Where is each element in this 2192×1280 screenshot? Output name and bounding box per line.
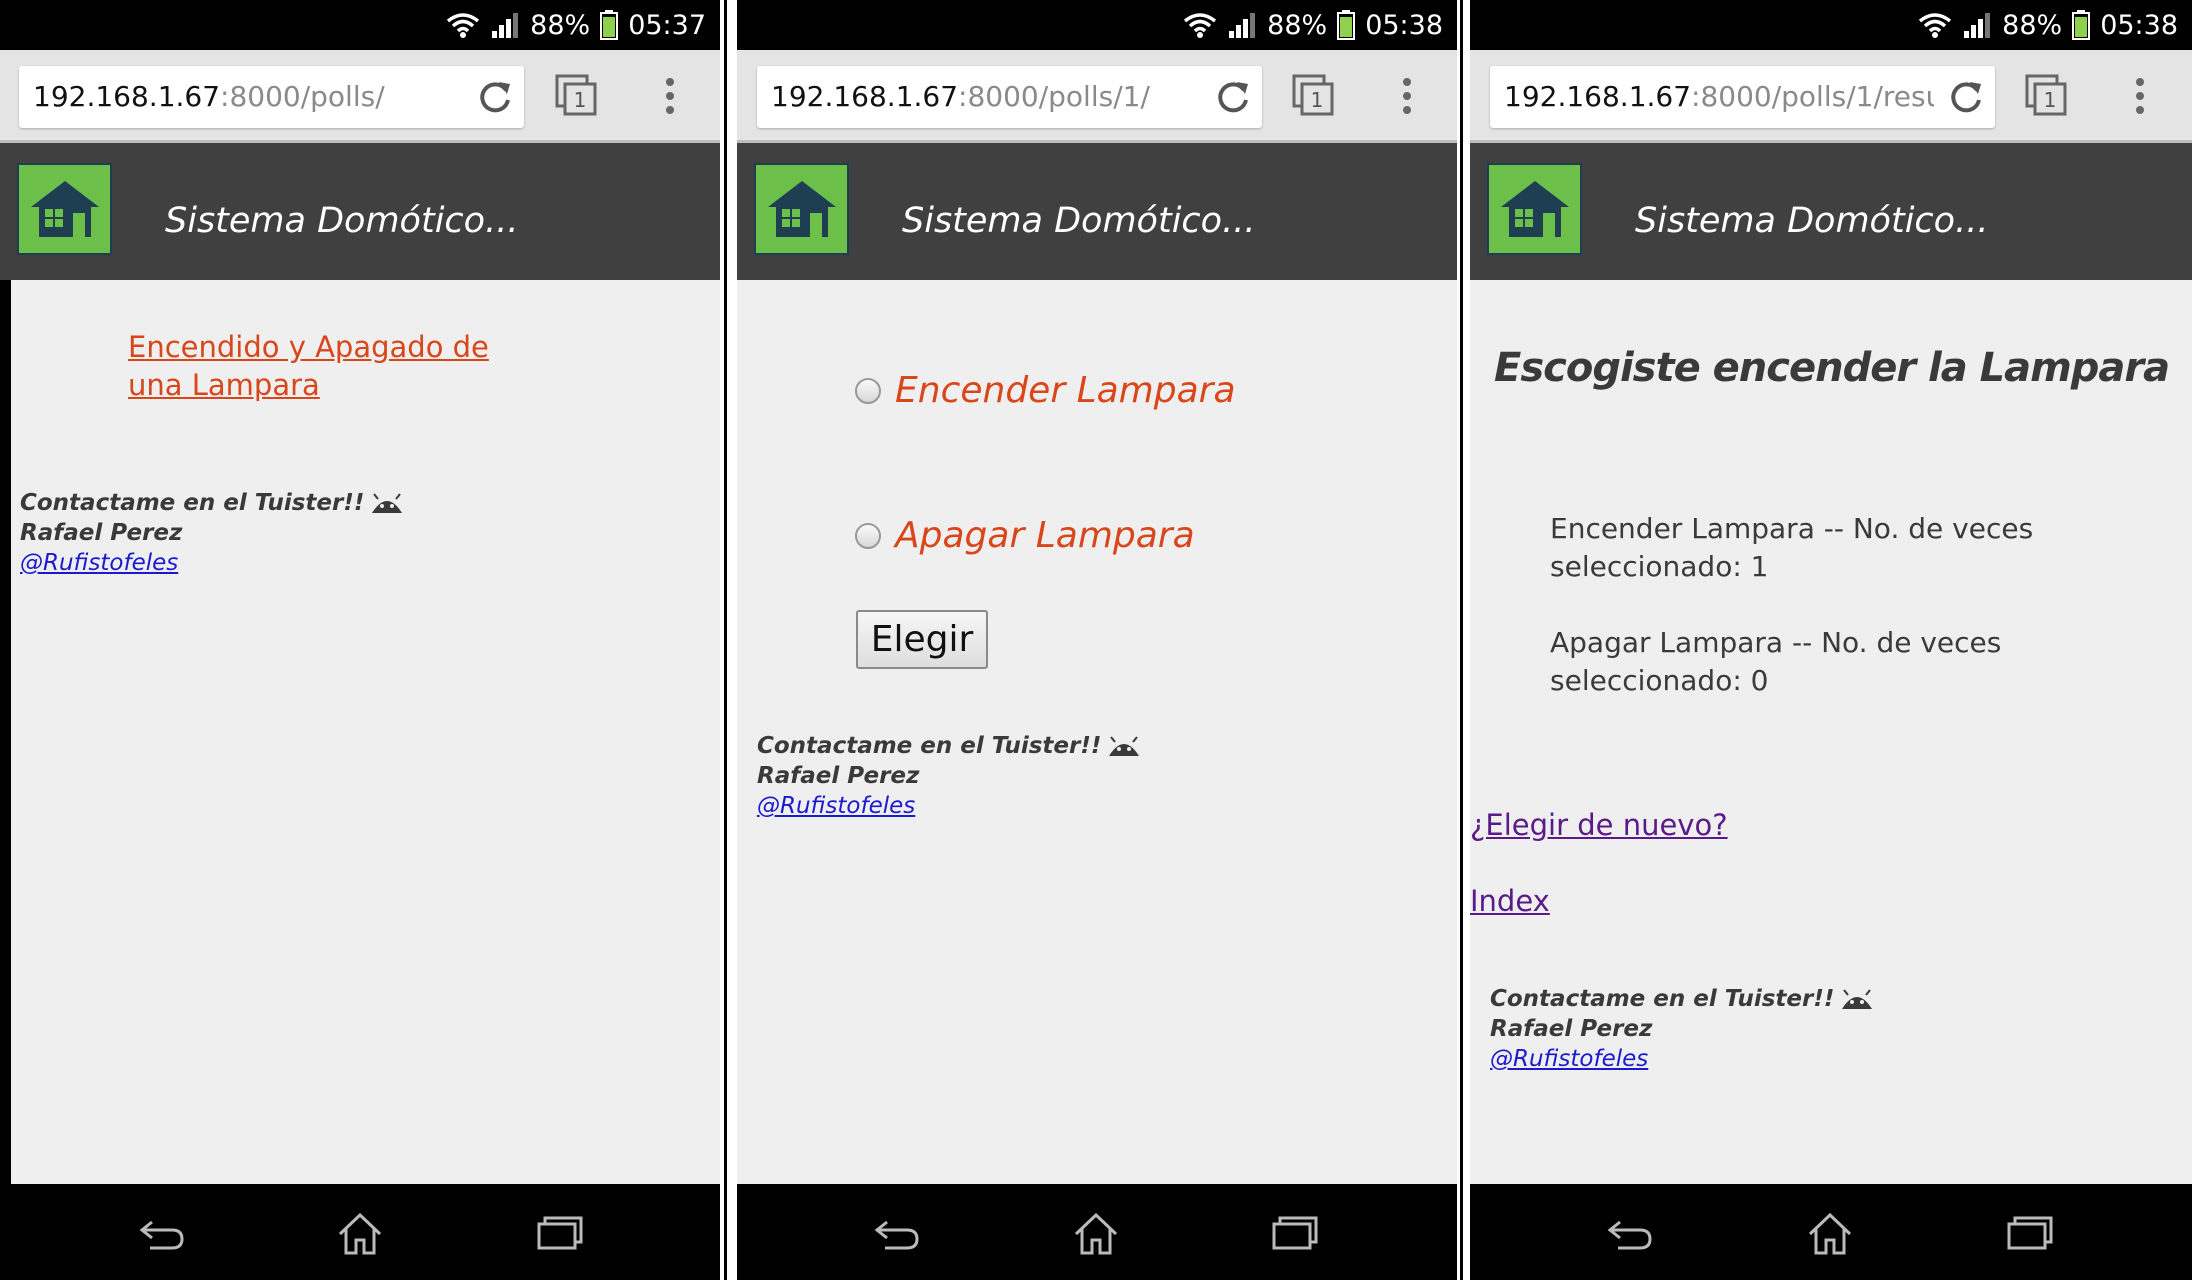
clock: 05:38 bbox=[1365, 9, 1443, 41]
url-text: 192.168.1.67:8000/polls/ bbox=[33, 80, 385, 113]
footer-contact: Contactame en el Tuister!! bbox=[757, 733, 1102, 759]
vote-again-link[interactable]: ¿Elegir de nuevo? bbox=[1470, 808, 1728, 842]
site-banner: Sistema Domótico... bbox=[737, 143, 1457, 280]
tabs-icon[interactable]: 1 bbox=[555, 74, 599, 118]
battery-percent: 88% bbox=[2002, 9, 2063, 41]
poll-link[interactable]: Encendido y Apagado de una Lampara bbox=[128, 328, 528, 404]
footer-name: Rafael Perez bbox=[757, 763, 920, 789]
phone-screen-detail: 88% 05:38 192.168.1.67:8000/polls/1/ 1 S… bbox=[737, 0, 1457, 1280]
status-bar: 88% 05:38 bbox=[1470, 0, 2192, 50]
signal-icon bbox=[492, 13, 519, 38]
home-icon[interactable] bbox=[1806, 1212, 1854, 1256]
back-icon[interactable] bbox=[1606, 1212, 1654, 1252]
home-icon[interactable] bbox=[336, 1212, 384, 1256]
tabs-icon[interactable]: 1 bbox=[2025, 74, 2069, 118]
url-field[interactable]: 192.168.1.67:8000/polls/ bbox=[19, 66, 524, 128]
recent-apps-icon[interactable] bbox=[536, 1212, 584, 1252]
browser-toolbar: 192.168.1.67:8000/polls/1/ 1 bbox=[737, 50, 1457, 143]
android-icon bbox=[1842, 988, 1873, 1009]
overflow-menu-icon[interactable] bbox=[1399, 76, 1415, 120]
twitter-handle-link[interactable]: @Rufistofeles bbox=[757, 793, 915, 819]
signal-icon bbox=[1229, 13, 1256, 38]
url-field[interactable]: 192.168.1.67:8000/polls/1/ bbox=[757, 66, 1262, 128]
site-title: Sistema Domótico... bbox=[902, 201, 1256, 241]
house-logo bbox=[17, 163, 112, 255]
battery-icon bbox=[600, 10, 619, 40]
android-nav-bar bbox=[0, 1184, 720, 1280]
recent-apps-icon[interactable] bbox=[2006, 1212, 2054, 1252]
footer-contact: Contactame en el Tuister!! bbox=[20, 490, 365, 516]
house-logo bbox=[1487, 163, 1582, 255]
house-logo bbox=[754, 163, 849, 255]
tabs-count: 1 bbox=[2044, 88, 2057, 112]
footer-name: Rafael Perez bbox=[20, 520, 183, 546]
choice-label: Encender Lampara bbox=[895, 370, 1236, 411]
reload-icon[interactable] bbox=[1947, 78, 1985, 116]
elegir-button[interactable]: Elegir bbox=[856, 610, 988, 669]
browser-toolbar: 192.168.1.67:8000/polls/ 1 bbox=[0, 50, 720, 143]
phone-screen-results: 88% 05:38 192.168.1.67:8000/polls/1/resu… bbox=[1470, 0, 2192, 1280]
results-list: Encender Lampara -- No. de veces selecci… bbox=[1550, 510, 2110, 700]
back-icon[interactable] bbox=[138, 1212, 186, 1252]
phone-screen-index: 88% 05:37 192.168.1.67:8000/polls/ 1 Sis… bbox=[0, 0, 720, 1280]
footer-contact: Contactame en el Tuister!! bbox=[1490, 986, 1835, 1012]
twitter-handle-link[interactable]: @Rufistofeles bbox=[1490, 1046, 1648, 1072]
browser-toolbar: 192.168.1.67:8000/polls/1/resu 1 bbox=[1470, 50, 2192, 143]
site-title: Sistema Domótico... bbox=[165, 201, 519, 241]
signal-icon bbox=[1964, 13, 1991, 38]
android-icon bbox=[372, 492, 403, 513]
footer: Contactame en el Tuister!! Rafael Perez … bbox=[20, 488, 404, 578]
android-icon bbox=[1109, 735, 1140, 756]
house-icon bbox=[768, 181, 836, 237]
wifi-icon bbox=[447, 13, 480, 38]
footer: Contactame en el Tuister!! Rafael Perez … bbox=[1490, 984, 1874, 1074]
battery-icon bbox=[2072, 10, 2091, 40]
wifi-icon bbox=[1184, 13, 1217, 38]
screen-divider bbox=[724, 0, 727, 1280]
android-nav-bar bbox=[737, 1184, 1457, 1280]
radio-apagar[interactable] bbox=[855, 522, 881, 549]
clock: 05:38 bbox=[2100, 9, 2178, 41]
url-field[interactable]: 192.168.1.67:8000/polls/1/resu bbox=[1490, 66, 1995, 128]
site-banner: Sistema Domótico... bbox=[1470, 143, 2192, 280]
status-bar: 88% 05:38 bbox=[737, 0, 1457, 50]
url-text: 192.168.1.67:8000/polls/1/ bbox=[771, 80, 1150, 113]
house-icon bbox=[1501, 181, 1569, 237]
overflow-menu-icon[interactable] bbox=[662, 76, 678, 120]
clock: 05:37 bbox=[628, 9, 706, 41]
choice-label: Apagar Lampara bbox=[895, 515, 1195, 556]
site-banner: Sistema Domótico... bbox=[0, 143, 720, 280]
index-link[interactable]: Index bbox=[1470, 884, 1550, 918]
wifi-icon bbox=[1919, 13, 1952, 38]
battery-percent: 88% bbox=[1267, 9, 1328, 41]
house-icon bbox=[31, 181, 99, 237]
result-item: Encender Lampara -- No. de veces selecci… bbox=[1550, 512, 2034, 583]
home-icon[interactable] bbox=[1072, 1212, 1120, 1256]
choice-encender[interactable]: Encender Lampara bbox=[855, 370, 1236, 411]
result-item: Apagar Lampara -- No. de veces seleccion… bbox=[1550, 626, 2002, 697]
url-text: 192.168.1.67:8000/polls/1/resu bbox=[1504, 80, 1934, 113]
tabs-icon[interactable]: 1 bbox=[1292, 74, 1336, 118]
twitter-handle-link[interactable]: @Rufistofeles bbox=[20, 550, 178, 576]
site-title: Sistema Domótico... bbox=[1635, 201, 1989, 241]
reload-icon[interactable] bbox=[476, 78, 514, 116]
overflow-menu-icon[interactable] bbox=[2132, 76, 2148, 120]
battery-icon bbox=[1337, 10, 1356, 40]
android-nav-bar bbox=[1470, 1184, 2192, 1280]
radio-encender[interactable] bbox=[855, 377, 881, 404]
tabs-count: 1 bbox=[1311, 88, 1324, 112]
recent-apps-icon[interactable] bbox=[1271, 1212, 1319, 1252]
battery-percent: 88% bbox=[530, 9, 591, 41]
screen-divider bbox=[1460, 0, 1463, 1280]
tabs-count: 1 bbox=[574, 88, 587, 112]
results-heading: Escogiste encender la Lampara bbox=[1494, 345, 2170, 391]
choice-apagar[interactable]: Apagar Lampara bbox=[855, 515, 1195, 556]
footer-name: Rafael Perez bbox=[1490, 1016, 1653, 1042]
reload-icon[interactable] bbox=[1214, 78, 1252, 116]
footer: Contactame en el Tuister!! Rafael Perez … bbox=[757, 731, 1141, 821]
status-bar: 88% 05:37 bbox=[0, 0, 720, 50]
back-icon[interactable] bbox=[873, 1212, 921, 1252]
